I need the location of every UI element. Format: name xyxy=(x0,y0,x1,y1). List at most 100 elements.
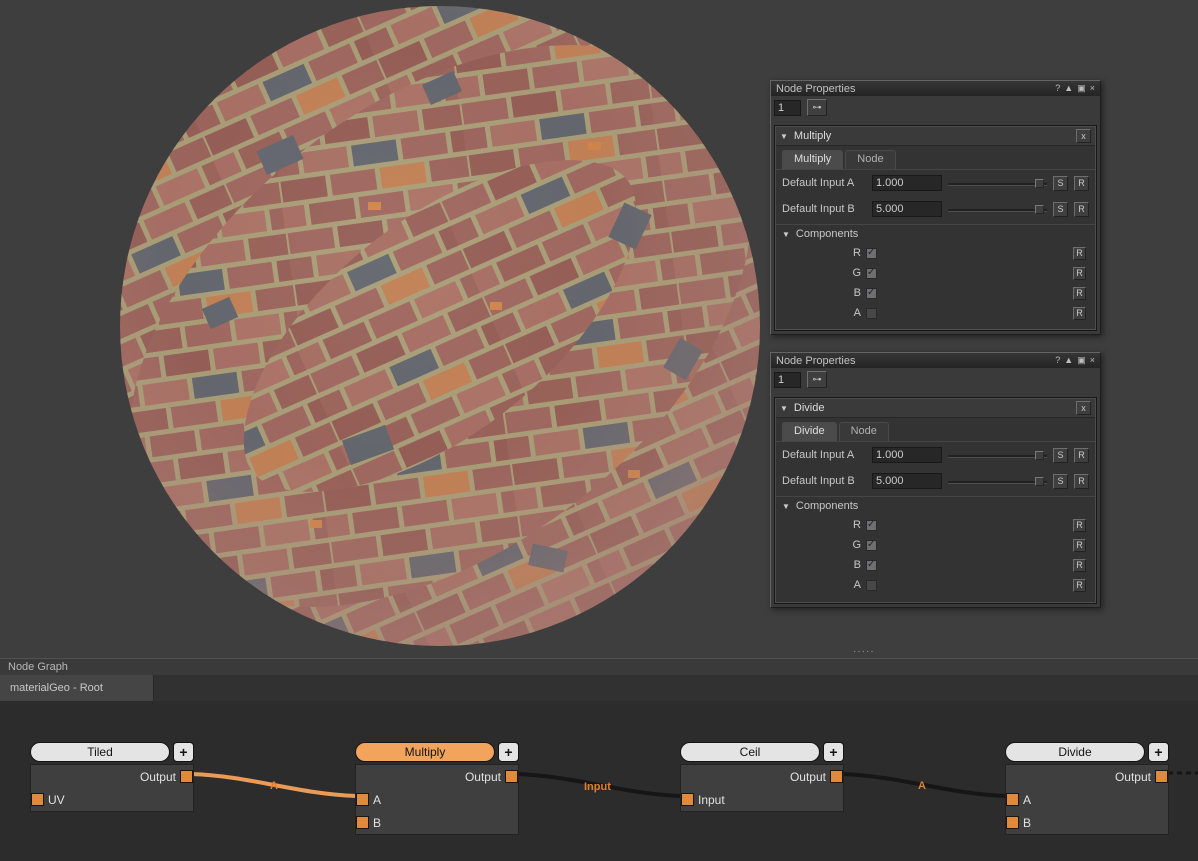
default-input-a-slider[interactable] xyxy=(948,449,1047,462)
slider-handle[interactable] xyxy=(1035,477,1044,486)
component-checkbox-g[interactable] xyxy=(866,540,877,551)
graph-node-divide[interactable]: Divide + Output A B xyxy=(1005,742,1169,835)
collapse-arrow-icon[interactable]: ▼ xyxy=(782,230,790,239)
input-port-label: Input xyxy=(698,793,725,807)
graph-node-multiply[interactable]: Multiply + Output A B xyxy=(355,742,519,835)
remove-node-section-button[interactable]: x xyxy=(1076,129,1091,143)
input-port-a[interactable] xyxy=(356,793,369,806)
default-input-a-field[interactable] xyxy=(872,447,942,463)
input-port-b[interactable] xyxy=(1006,816,1019,829)
panel-index-input[interactable] xyxy=(774,100,801,116)
component-checkbox-r[interactable] xyxy=(866,520,877,531)
component-checkbox-r[interactable] xyxy=(866,248,877,259)
component-checkbox-a[interactable] xyxy=(866,308,877,319)
output-port[interactable] xyxy=(1155,770,1168,783)
input-port-b[interactable] xyxy=(356,816,369,829)
default-input-b-slider[interactable] xyxy=(948,475,1047,488)
input-port-a[interactable] xyxy=(1006,793,1019,806)
tab-divide[interactable]: Divide xyxy=(782,422,837,441)
node-add-button[interactable]: + xyxy=(823,742,844,762)
node-title-bar[interactable]: Ceil xyxy=(680,742,820,762)
components-section-header[interactable]: ▼ Components xyxy=(776,496,1095,515)
default-input-b-field[interactable] xyxy=(872,201,942,217)
reset-button[interactable]: R xyxy=(1073,287,1086,300)
node-section-header[interactable]: ▼ Multiply x xyxy=(776,127,1095,146)
slider-handle[interactable] xyxy=(1035,179,1044,188)
slider-handle[interactable] xyxy=(1035,451,1044,460)
output-port[interactable] xyxy=(505,770,518,783)
output-port[interactable] xyxy=(180,770,193,783)
close-panel-icon[interactable]: × xyxy=(1090,81,1095,96)
reset-button[interactable]: R xyxy=(1074,202,1089,217)
collapse-panel-icon[interactable]: ▲ xyxy=(1064,81,1073,96)
collapse-arrow-icon[interactable]: ▼ xyxy=(780,404,788,413)
panel-toolbar: ⊶ xyxy=(771,96,1100,119)
default-input-a-slider[interactable] xyxy=(948,177,1047,190)
reset-button[interactable]: R xyxy=(1074,448,1089,463)
node-graph-title: Node Graph xyxy=(8,661,68,673)
reset-button[interactable]: R xyxy=(1073,247,1086,260)
reset-button[interactable]: R xyxy=(1074,176,1089,191)
reset-button[interactable]: R xyxy=(1073,559,1086,572)
default-input-a-field[interactable] xyxy=(872,175,942,191)
slider-s-button[interactable]: S xyxy=(1053,176,1068,191)
node-title-bar[interactable]: Divide xyxy=(1005,742,1145,762)
component-label: B xyxy=(782,287,866,299)
pin-button[interactable]: ⊶ xyxy=(807,99,827,116)
panel-titlebar[interactable]: Node Properties ? ▲ ▣ × xyxy=(771,353,1100,368)
tab-multiply[interactable]: Multiply xyxy=(782,150,843,169)
panel-titlebar[interactable]: Node Properties ? ▲ ▣ × xyxy=(771,81,1100,96)
node-body: Output A B xyxy=(1005,764,1169,835)
node-body: Output A B xyxy=(355,764,519,835)
float-panel-icon[interactable]: ▣ xyxy=(1077,353,1086,368)
slider-s-button[interactable]: S xyxy=(1053,448,1068,463)
collapse-arrow-icon[interactable]: ▼ xyxy=(780,132,788,141)
help-icon[interactable]: ? xyxy=(1055,353,1060,368)
reset-button[interactable]: R xyxy=(1073,267,1086,280)
default-input-b-field[interactable] xyxy=(872,473,942,489)
component-label: R xyxy=(782,519,866,531)
panel-index-input[interactable] xyxy=(774,372,801,388)
close-panel-icon[interactable]: × xyxy=(1090,353,1095,368)
node-graph-titlebar[interactable]: Node Graph xyxy=(0,658,1198,675)
remove-node-section-button[interactable]: x xyxy=(1076,401,1091,415)
pane-splitter[interactable]: ····· xyxy=(0,650,1198,658)
graph-node-ceil[interactable]: Ceil + Output Input xyxy=(680,742,844,812)
reset-button[interactable]: R xyxy=(1073,579,1086,592)
collapse-panel-icon[interactable]: ▲ xyxy=(1064,353,1073,368)
reset-button[interactable]: R xyxy=(1073,539,1086,552)
node-title-bar[interactable]: Multiply xyxy=(355,742,495,762)
tab-materialgeo-root[interactable]: materialGeo - Root xyxy=(0,675,154,701)
collapse-arrow-icon[interactable]: ▼ xyxy=(782,502,790,511)
components-section-header[interactable]: ▼ Components xyxy=(776,224,1095,243)
node-add-button[interactable]: + xyxy=(498,742,519,762)
tab-node[interactable]: Node xyxy=(839,422,889,441)
help-icon[interactable]: ? xyxy=(1055,81,1060,96)
component-checkbox-b[interactable] xyxy=(866,560,877,571)
output-port[interactable] xyxy=(830,770,843,783)
pin-icon: ⊶ xyxy=(813,102,822,113)
slider-s-button[interactable]: S xyxy=(1053,202,1068,217)
node-add-button[interactable]: + xyxy=(173,742,194,762)
reset-button[interactable]: R xyxy=(1074,474,1089,489)
component-checkbox-b[interactable] xyxy=(866,288,877,299)
splitter-handle-icon[interactable]: ····· xyxy=(853,646,875,657)
input-port-uv[interactable] xyxy=(31,793,44,806)
slider-handle[interactable] xyxy=(1035,205,1044,214)
slider-s-button[interactable]: S xyxy=(1053,474,1068,489)
field-label: Default Input B xyxy=(782,475,866,487)
pin-button[interactable]: ⊶ xyxy=(807,371,827,388)
float-panel-icon[interactable]: ▣ xyxy=(1077,81,1086,96)
node-section-header[interactable]: ▼ Divide x xyxy=(776,399,1095,418)
tab-node[interactable]: Node xyxy=(845,150,895,169)
graph-node-tiled[interactable]: Tiled + Output UV xyxy=(30,742,194,812)
input-port-input[interactable] xyxy=(681,793,694,806)
default-input-b-slider[interactable] xyxy=(948,203,1047,216)
reset-button[interactable]: R xyxy=(1073,519,1086,532)
node-title-bar[interactable]: Tiled xyxy=(30,742,170,762)
node-graph-canvas[interactable]: A Input A Tiled + Output UV Multiply xyxy=(0,701,1198,861)
component-checkbox-g[interactable] xyxy=(866,268,877,279)
reset-button[interactable]: R xyxy=(1073,307,1086,320)
component-checkbox-a[interactable] xyxy=(866,580,877,591)
node-add-button[interactable]: + xyxy=(1148,742,1169,762)
